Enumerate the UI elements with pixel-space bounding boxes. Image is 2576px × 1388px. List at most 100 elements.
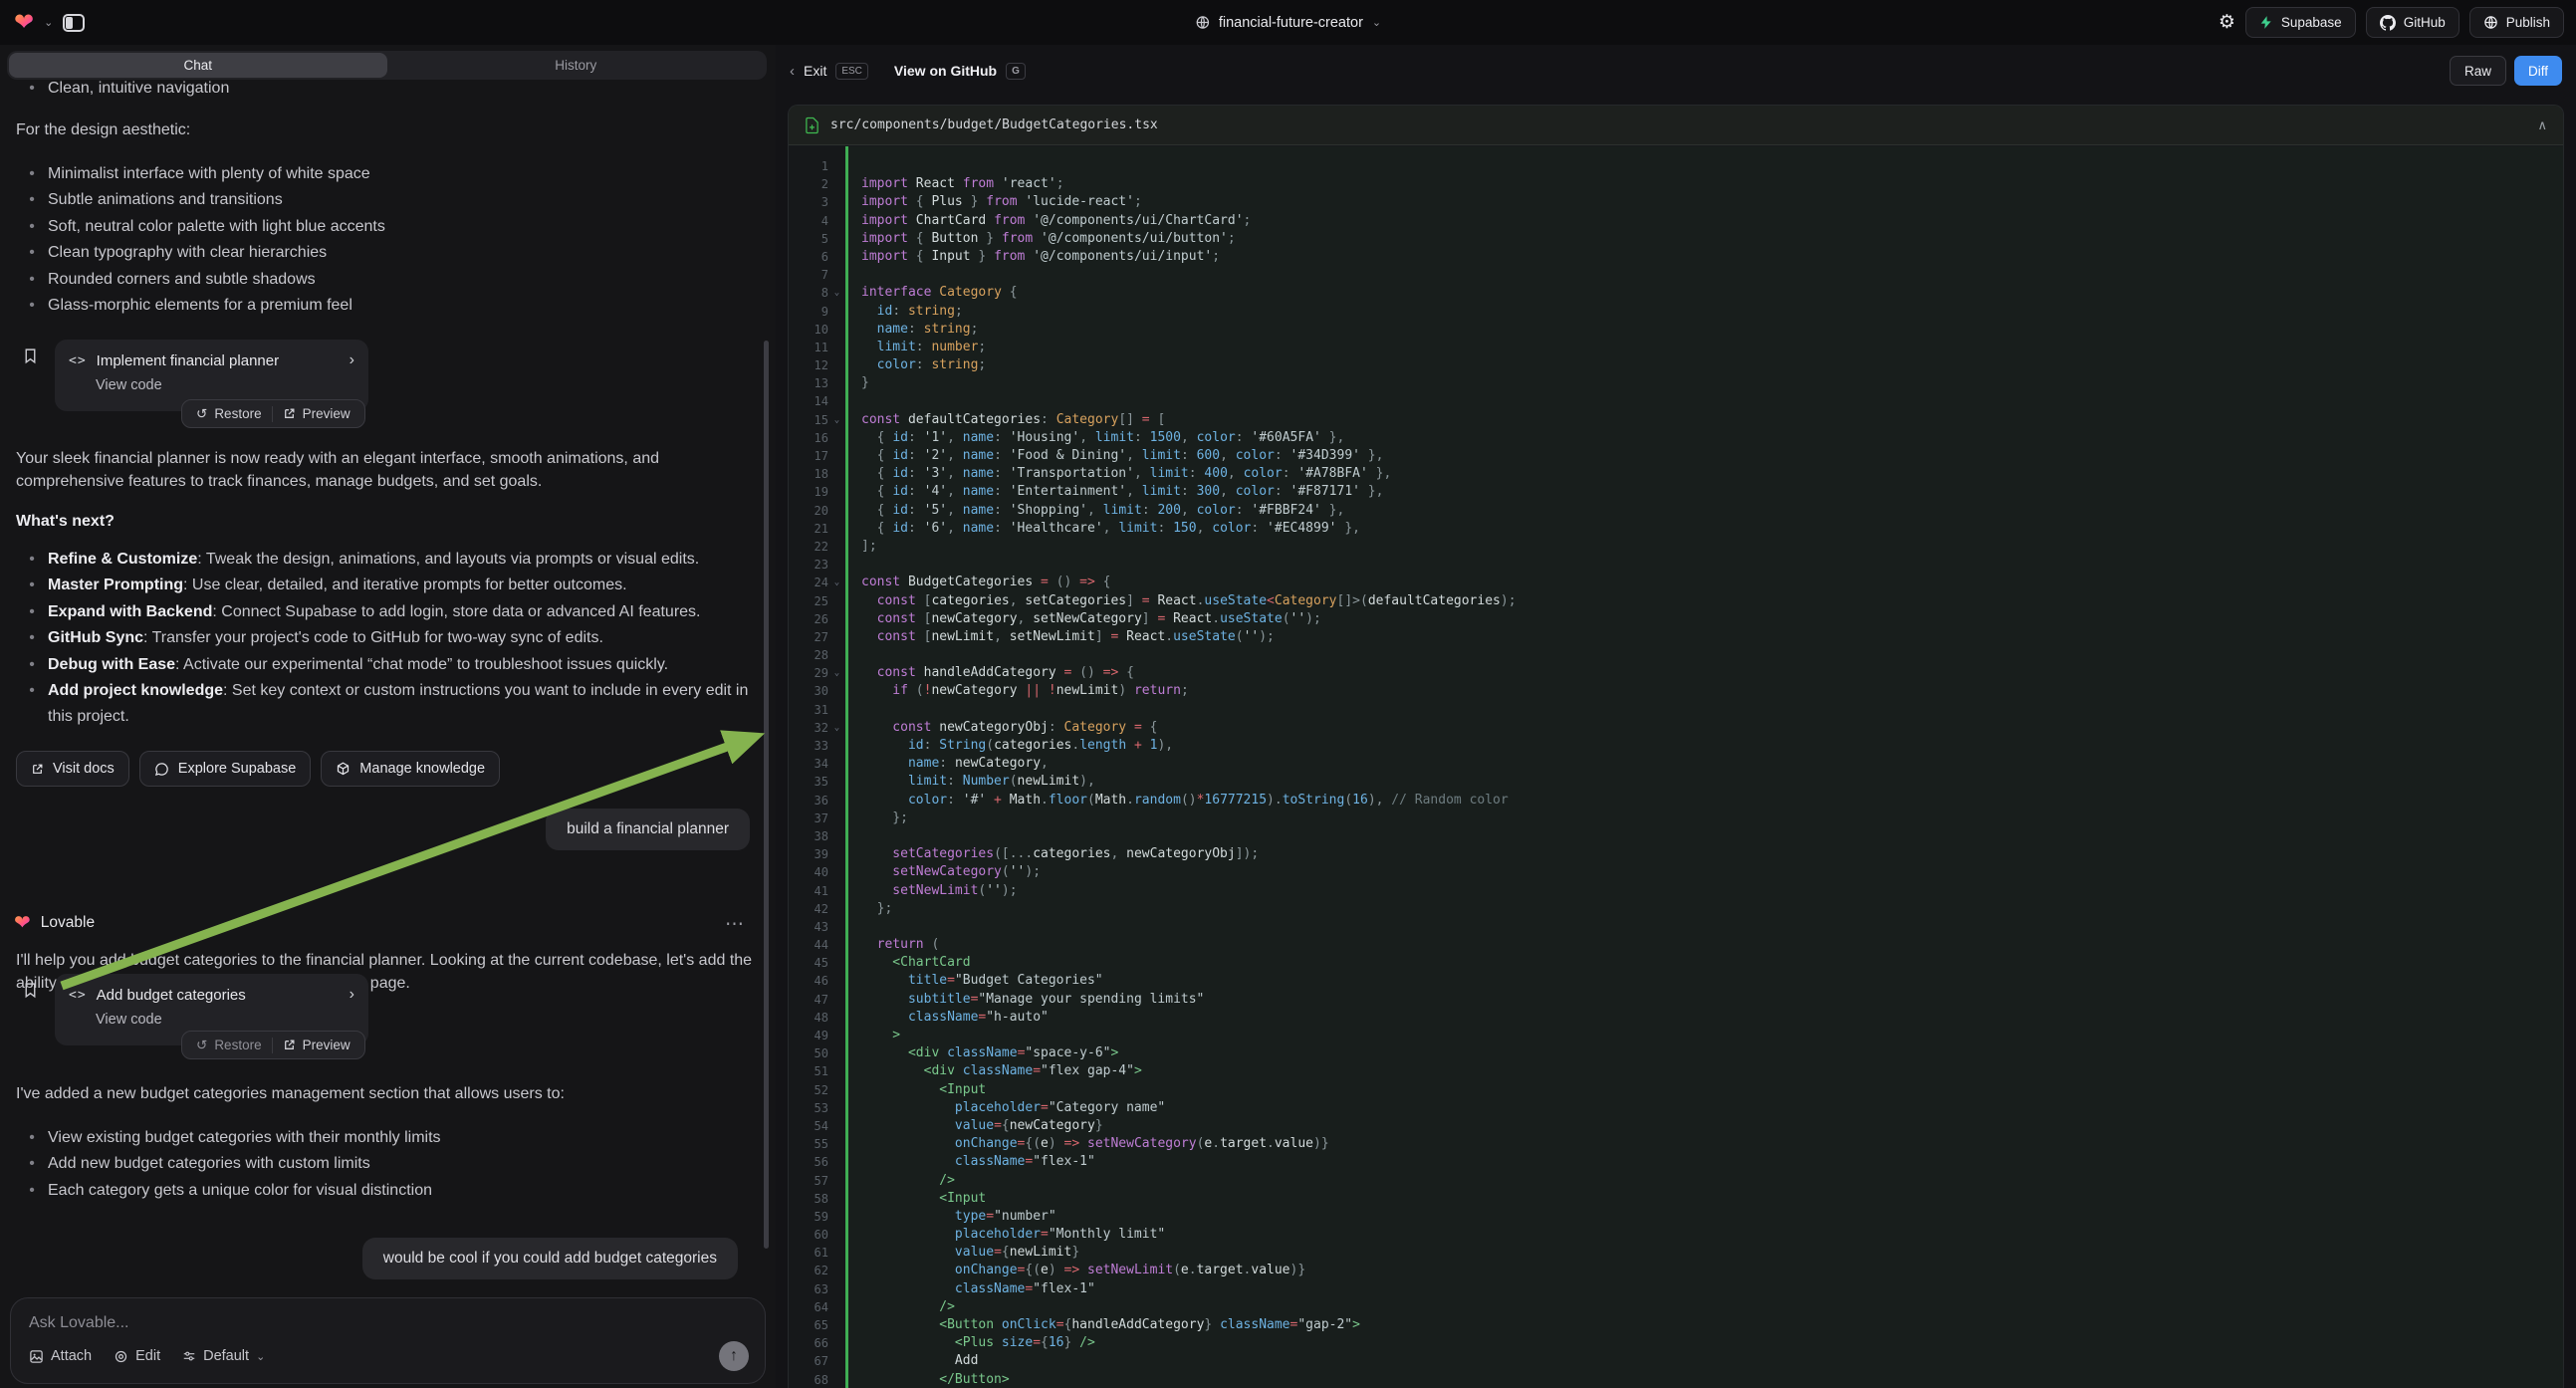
send-button[interactable]: ↑	[719, 1341, 749, 1371]
fold-chevron-icon	[828, 1262, 845, 1279]
project-switcher[interactable]: financial-future-creator ⌄	[1195, 0, 1381, 45]
fold-chevron-icon[interactable]: ⌄	[828, 719, 845, 737]
external-link-icon	[31, 763, 44, 776]
bullet-dot: •	[16, 161, 48, 187]
fold-chevron-icon	[828, 863, 845, 881]
fold-chevron-icon[interactable]: ⌄	[828, 664, 845, 682]
project-name: financial-future-creator	[1219, 15, 1363, 31]
project-chevron-down-icon: ⌄	[1372, 16, 1381, 29]
code-line-content: import React from 'react';	[845, 175, 1064, 193]
restore-button[interactable]: ↺ Restore	[186, 1032, 272, 1058]
restore-button[interactable]: ↺ Restore	[186, 400, 272, 427]
raw-toggle-button[interactable]: Raw	[2450, 56, 2506, 86]
fold-chevron-icon[interactable]: ⌄	[828, 574, 845, 591]
line-number: 10	[789, 321, 828, 339]
message-menu-icon[interactable]: ⋯	[725, 913, 746, 936]
exit-button[interactable]: ‹ Exit ESC	[790, 63, 868, 80]
code-line-content: { id: '5', name: 'Shopping', limit: 200,…	[845, 502, 1344, 520]
fold-chevron-icon	[828, 1027, 845, 1044]
bullet-dot: •	[16, 573, 48, 598]
chat-input[interactable]: Ask Lovable... Attach Edit Default ⌄ ↑	[10, 1297, 766, 1384]
bookmark-icon[interactable]	[22, 980, 39, 1001]
line-number: 34	[789, 755, 828, 773]
code-line-row: 66 <Plus size={16} />	[789, 1334, 2563, 1352]
line-number: 68	[789, 1371, 828, 1388]
chat-scrollbar[interactable]	[764, 341, 769, 1249]
list-item: •Each category gets a unique color for v…	[16, 1178, 753, 1204]
list-item: •Add new budget categories with custom l…	[16, 1151, 753, 1177]
code-line-row: 67 Add	[789, 1352, 2563, 1370]
code-line-row: 22];	[789, 538, 2563, 556]
code-icon: <>	[69, 988, 87, 1003]
code-line-row: 35 limit: Number(newLimit),	[789, 773, 2563, 791]
tab-chat[interactable]: Chat	[9, 53, 387, 78]
code-line-row: 14	[789, 392, 2563, 410]
logo-chevron-down-icon[interactable]: ⌄	[44, 16, 53, 29]
tab-history[interactable]: History	[387, 53, 766, 78]
code-line-row: 5import { Button } from '@/components/ui…	[789, 230, 2563, 248]
view-code-link[interactable]: View code	[96, 1012, 354, 1028]
preview-button[interactable]: Preview	[273, 400, 360, 427]
code-line-content: ];	[845, 538, 877, 556]
line-number: 48	[789, 1009, 828, 1027]
attach-button[interactable]: Attach	[29, 1348, 92, 1364]
code-line-row: 2import React from 'react';	[789, 175, 2563, 193]
line-number: 3	[789, 193, 828, 211]
line-number: 21	[789, 520, 828, 538]
preview-button[interactable]: Preview	[273, 1032, 360, 1058]
fold-chevron-icon[interactable]: ⌄	[828, 284, 845, 302]
file-added-icon	[805, 116, 820, 134]
fold-chevron-icon	[828, 1190, 845, 1208]
code-line-content: name: string;	[845, 321, 978, 339]
bullet-dot: •	[16, 76, 48, 102]
code-line-row: 30 if (!newCategory || !newLimit) return…	[789, 682, 2563, 700]
edit-button[interactable]: Edit	[114, 1348, 160, 1364]
bullet-dot: •	[16, 1125, 48, 1151]
code-line-row: 49 >	[789, 1027, 2563, 1044]
code-editor[interactable]: 12import React from 'react';3import { Pl…	[789, 146, 2563, 1388]
file-header[interactable]: src/components/budget/BudgetCategories.t…	[789, 106, 2563, 145]
view-code-link[interactable]: View code	[96, 377, 354, 393]
code-line-content: }	[845, 374, 869, 392]
settings-gear-icon[interactable]: ⚙	[2219, 11, 2235, 34]
code-line-content: const BudgetCategories = () => {	[845, 574, 1110, 591]
code-line-row: 43	[789, 918, 2563, 936]
publish-button[interactable]: Publish	[2469, 7, 2564, 38]
assistant-paragraph: I've added a new budget categories manag…	[16, 1082, 757, 1105]
line-number: 57	[789, 1172, 828, 1190]
whats-next-list: •Refine & Customize: Tweak the design, a…	[16, 547, 757, 731]
bullet-dot: •	[16, 240, 48, 266]
line-number: 51	[789, 1062, 828, 1080]
fold-chevron-icon	[828, 356, 845, 374]
collapse-chevron-up-icon[interactable]: ∧	[2537, 117, 2547, 133]
github-button[interactable]: GitHub	[2366, 7, 2459, 38]
diff-toggle-button[interactable]: Diff	[2514, 56, 2562, 86]
code-line-row: 19 { id: '4', name: 'Entertainment', lim…	[789, 483, 2563, 501]
fold-chevron-icon	[828, 610, 845, 628]
fold-chevron-icon[interactable]: ⌄	[828, 411, 845, 429]
sidebar-toggle-icon[interactable]	[63, 14, 85, 32]
arrow-up-icon: ↑	[730, 1347, 738, 1365]
fold-chevron-icon	[828, 483, 845, 501]
list-item: •Add project knowledge: Set key context …	[16, 678, 757, 731]
view-on-github-button[interactable]: View on GitHub G	[894, 63, 1026, 80]
manage-knowledge-button[interactable]: Manage knowledge	[321, 751, 500, 787]
code-line-row: 10 name: string;	[789, 321, 2563, 339]
code-line-content: };	[845, 810, 908, 827]
explore-supabase-button[interactable]: Explore Supabase	[139, 751, 312, 787]
line-number: 52	[789, 1081, 828, 1099]
supabase-button[interactable]: Supabase	[2245, 7, 2356, 38]
list-item: •Glass-morphic elements for a premium fe…	[16, 293, 753, 319]
visit-docs-button[interactable]: Visit docs	[16, 751, 129, 787]
lovable-logo-icon[interactable]: ❤	[14, 11, 34, 35]
bookmark-icon[interactable]	[22, 346, 39, 366]
list-item: •GitHub Sync: Transfer your project's co…	[16, 625, 757, 651]
line-number: 17	[789, 447, 828, 465]
external-link-icon	[283, 407, 296, 420]
code-line-content: </Button>	[845, 1371, 1010, 1388]
line-number: 22	[789, 538, 828, 556]
list-item: •Master Prompting: Use clear, detailed, …	[16, 573, 757, 598]
code-line-content: color: string;	[845, 356, 986, 374]
mode-selector[interactable]: Default ⌄	[182, 1348, 265, 1364]
code-line-row: 33 id: String(categories.length + 1),	[789, 737, 2563, 755]
